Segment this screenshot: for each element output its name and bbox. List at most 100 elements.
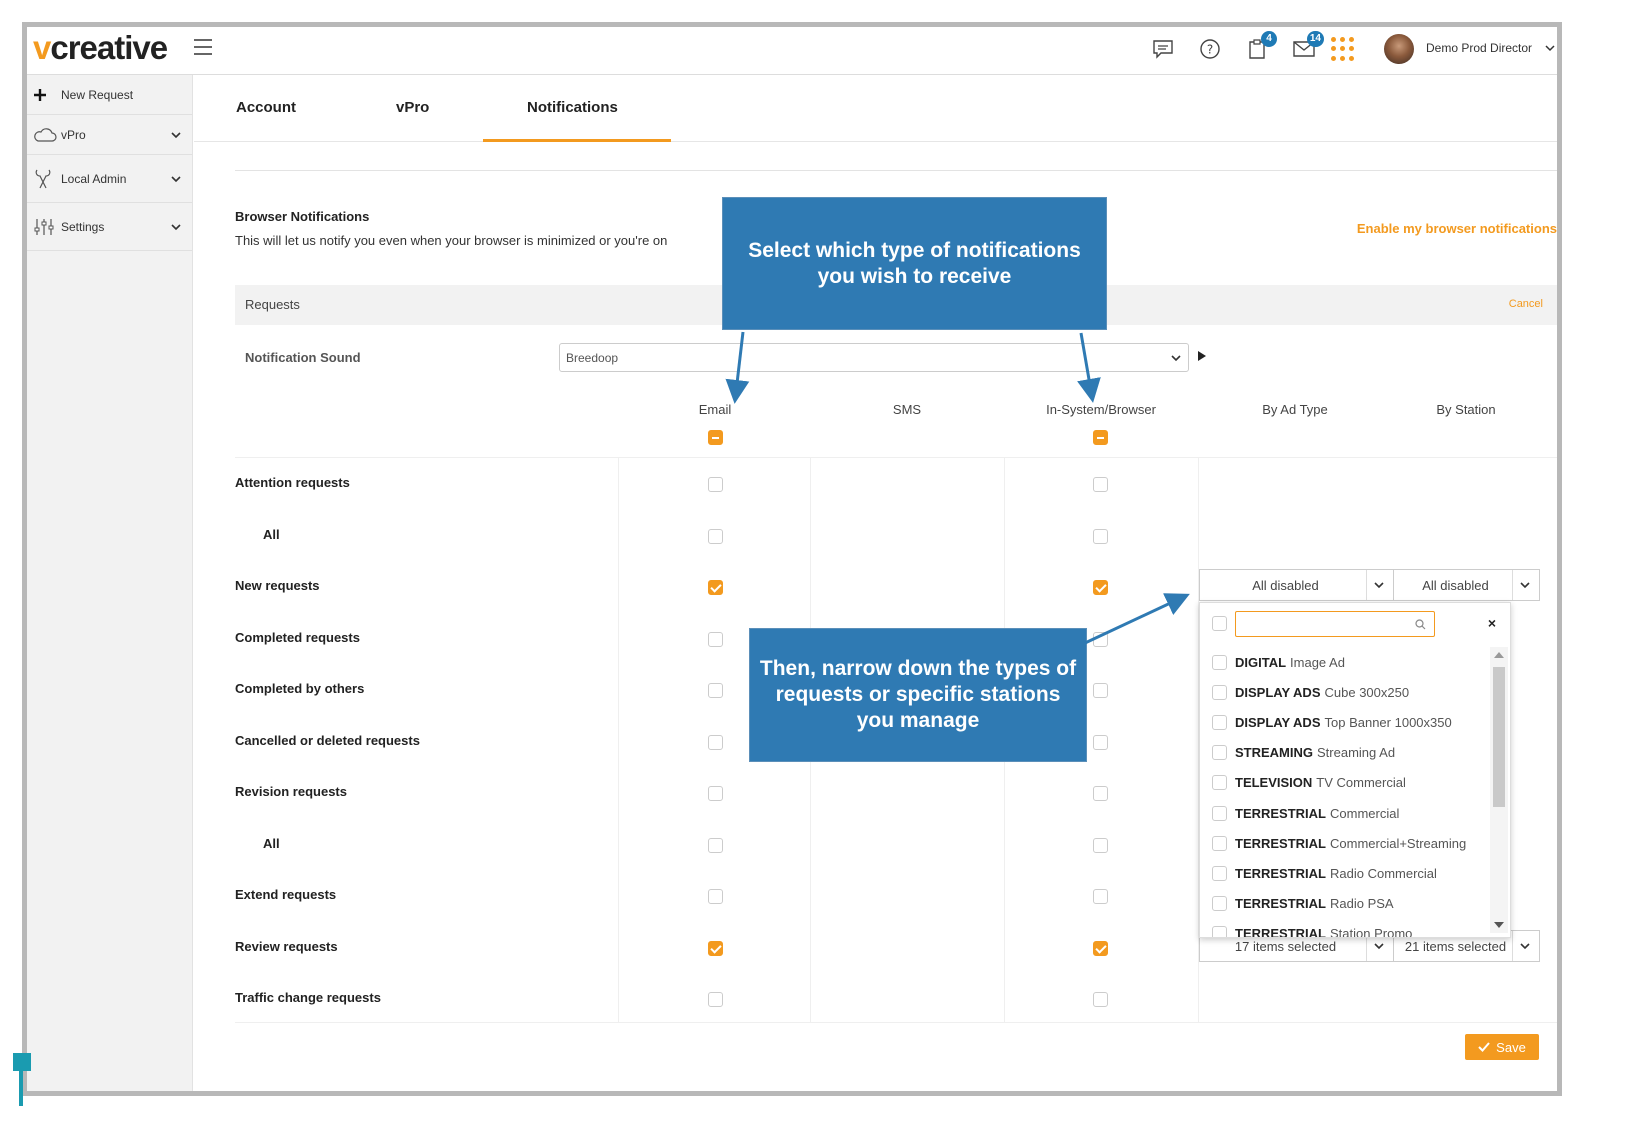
email-select-all-checkbox[interactable]	[708, 430, 723, 445]
notification-sound-value: Breedoop	[566, 351, 619, 365]
email-checkbox[interactable]	[708, 631, 723, 647]
dropdown-scrollbar[interactable]	[1490, 647, 1508, 933]
dropdown-separator	[1512, 570, 1513, 600]
plus-icon	[33, 88, 61, 102]
chat-icon[interactable]	[1151, 37, 1175, 61]
ad-type-option[interactable]: TERRESTRIAL Radio PSA	[1200, 889, 1486, 919]
email-checkbox[interactable]	[708, 837, 723, 853]
cloud-icon	[33, 127, 61, 143]
option-checkbox[interactable]	[1212, 745, 1227, 761]
ad-type-option[interactable]: DISPLAY ADS Cube 300x250	[1200, 677, 1486, 707]
mail-icon[interactable]: 14	[1292, 31, 1324, 61]
browser-select-all-checkbox[interactable]	[1093, 430, 1108, 445]
callout-narrow-down: Then, narrow down the types of requests …	[749, 628, 1087, 762]
scrollbar-thumb[interactable]	[1493, 667, 1505, 807]
row-label: Extend requests	[235, 887, 337, 902]
row-label: Attention requests	[235, 475, 350, 490]
chevron-down-icon	[171, 131, 181, 138]
notification-sound-select[interactable]: Breedoop	[559, 343, 1189, 372]
email-checkbox[interactable]	[708, 580, 723, 595]
browser-checkbox[interactable]	[1093, 477, 1108, 492]
table-bottom-border	[235, 1022, 1557, 1023]
hamburger-menu-icon[interactable]	[194, 39, 212, 55]
tab-vpro[interactable]: vPro	[396, 99, 429, 116]
scroll-up-icon[interactable]	[1494, 652, 1504, 658]
browser-checkbox[interactable]	[1093, 992, 1108, 1007]
by-station-dropdown[interactable]: All disabled	[1393, 569, 1540, 601]
ad-type-option[interactable]: TERRESTRIAL Commercial+Streaming	[1200, 828, 1486, 858]
option-checkbox[interactable]	[1212, 714, 1227, 730]
sidebar-item-settings[interactable]: Settings	[27, 203, 192, 251]
cancel-link[interactable]: Cancel	[1509, 298, 1543, 310]
scroll-down-icon[interactable]	[1494, 922, 1504, 928]
ad-type-option[interactable]: TELEVISION TV Commercial	[1200, 768, 1486, 798]
tasks-badge: 4	[1261, 31, 1277, 47]
row-label: Review requests	[235, 938, 338, 954]
browser-checkbox[interactable]	[1093, 837, 1108, 853]
ad-type-option[interactable]: DIGITAL Image Ad	[1200, 647, 1486, 677]
help-icon[interactable]: ?	[1198, 37, 1222, 61]
email-checkbox[interactable]	[708, 477, 723, 492]
tab-notifications[interactable]: Notifications	[527, 99, 618, 116]
option-checkbox[interactable]	[1212, 926, 1227, 937]
tasks-icon[interactable]: 4	[1245, 31, 1277, 61]
email-checkbox[interactable]	[708, 528, 723, 544]
sliders-icon	[33, 217, 61, 237]
email-checkbox[interactable]	[708, 992, 723, 1007]
column-header-in-system-browser: In-System/Browser	[1046, 402, 1156, 417]
divider	[235, 170, 1557, 171]
ad-type-option[interactable]: STREAMING Streaming Ad	[1200, 738, 1486, 768]
browser-checkbox[interactable]	[1093, 940, 1108, 956]
row-label: All	[263, 526, 280, 542]
close-icon[interactable]: ×	[1488, 615, 1496, 631]
sidebar-item-label: vPro	[61, 127, 86, 142]
user-avatar[interactable]	[1384, 34, 1414, 64]
row-label: All	[263, 835, 280, 851]
email-checkbox[interactable]	[708, 786, 723, 801]
browser-checkbox[interactable]	[1093, 889, 1108, 904]
ad-type-option[interactable]: TERRESTRIAL Commercial	[1200, 798, 1486, 828]
browser-checkbox[interactable]	[1093, 734, 1108, 750]
option-checkbox[interactable]	[1212, 896, 1227, 912]
email-checkbox[interactable]	[708, 889, 723, 904]
enable-browser-notifications-link[interactable]: Enable my browser notifications	[1357, 221, 1557, 236]
sidebar-item-vpro[interactable]: vPro	[27, 115, 192, 155]
sidebar-item-local-admin[interactable]: Local Admin	[27, 155, 192, 203]
browser-checkbox[interactable]	[1093, 631, 1108, 647]
option-name: Streaming Ad	[1317, 745, 1396, 761]
option-checkbox[interactable]	[1212, 805, 1227, 821]
ad-type-option[interactable]: TERRESTRIAL Station Promo	[1200, 919, 1486, 937]
user-menu-chevron-icon[interactable]	[1545, 43, 1555, 53]
option-checkbox[interactable]	[1212, 865, 1227, 881]
browser-checkbox[interactable]	[1093, 580, 1108, 595]
save-button[interactable]: Save	[1465, 1034, 1539, 1060]
search-icon	[1415, 619, 1426, 630]
browser-checkbox[interactable]	[1093, 683, 1108, 698]
tools-icon	[33, 168, 61, 190]
play-sound-icon[interactable]	[1198, 351, 1206, 361]
option-category: TELEVISION	[1235, 775, 1313, 791]
email-checkbox[interactable]	[708, 734, 723, 750]
ad-type-option[interactable]: TERRESTRIAL Radio Commercial	[1200, 858, 1486, 888]
option-checkbox[interactable]	[1212, 654, 1227, 670]
dropdown-select-all-checkbox[interactable]	[1212, 616, 1227, 631]
email-checkbox[interactable]	[708, 940, 723, 956]
dropdown-search-input[interactable]	[1235, 611, 1435, 637]
vcreative-logo[interactable]: vcreative	[33, 29, 168, 67]
apps-grid-icon[interactable]	[1331, 37, 1355, 61]
table-top-border	[235, 457, 1557, 458]
option-checkbox[interactable]	[1212, 775, 1227, 791]
by-ad-type-dropdown[interactable]: All disabled	[1199, 569, 1394, 601]
browser-checkbox[interactable]	[1093, 528, 1108, 544]
ad-type-option[interactable]: DISPLAY ADS Top Banner 1000x350	[1200, 707, 1486, 737]
option-checkbox[interactable]	[1212, 835, 1227, 851]
email-checkbox[interactable]	[708, 683, 723, 698]
sidebar-item-new-request[interactable]: New Request	[27, 75, 192, 115]
option-category: TERRESTRIAL	[1235, 865, 1326, 881]
browser-checkbox[interactable]	[1093, 786, 1108, 801]
user-name[interactable]: Demo Prod Director	[1426, 41, 1532, 55]
top-bar: vcreative ? 4 14 Demo Prod Director	[27, 27, 1557, 75]
tab-account[interactable]: Account	[236, 99, 296, 116]
option-category: TERRESTRIAL	[1235, 805, 1326, 821]
option-checkbox[interactable]	[1212, 684, 1227, 700]
